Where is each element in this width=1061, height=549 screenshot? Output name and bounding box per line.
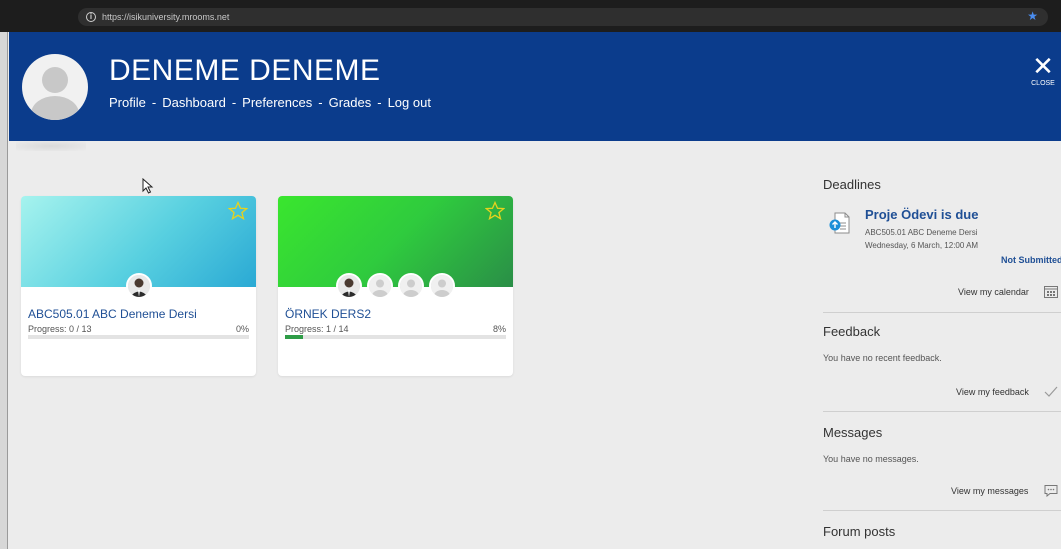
participant-avatar[interactable]	[429, 273, 455, 299]
user-avatar[interactable]	[22, 54, 88, 120]
course-card[interactable]: ÖRNEK DERS2 Progress: 1 / 14 8%	[278, 196, 513, 376]
feedback-empty-text: You have no recent feedback.	[823, 353, 942, 363]
course-progress-bar	[28, 335, 249, 339]
calendar-icon[interactable]	[1044, 285, 1058, 298]
user-header: DENEME DENEME Profile - Dashboard - Pref…	[9, 32, 1061, 141]
deadlines-heading: Deadlines	[823, 177, 881, 192]
course-teachers	[21, 273, 256, 299]
teacher-photo-icon	[127, 275, 150, 297]
address-url[interactable]: https://isikuniversity.mrooms.net	[102, 12, 229, 22]
favourite-star-icon[interactable]	[485, 201, 505, 221]
submission-status: Not Submitted	[1001, 255, 1061, 265]
nav-grades[interactable]: Grades	[329, 95, 372, 110]
course-title[interactable]: ÖRNEK DERS2	[285, 307, 371, 321]
participant-avatar[interactable]	[367, 273, 393, 299]
address-bar[interactable]: i https://isikuniversity.mrooms.net ★	[78, 8, 1048, 26]
nav-separator: -	[231, 95, 237, 110]
forum-posts-heading: Forum posts	[823, 524, 896, 539]
nav-separator: -	[377, 95, 382, 110]
default-user-icon	[431, 275, 453, 297]
assignment-icon	[829, 212, 850, 234]
checkmark-icon[interactable]	[1044, 385, 1058, 398]
deadline-item-date: Wednesday, 6 March, 12:00 AM	[865, 241, 979, 250]
feedback-heading: Feedback	[823, 324, 881, 339]
course-progress-bar	[285, 335, 506, 339]
close-button[interactable]: ✕ CLOSE	[1029, 51, 1057, 94]
info-icon[interactable]: i	[86, 12, 96, 22]
messages-empty-text: You have no messages.	[823, 454, 919, 464]
course-progress-label: Progress: 1 / 14	[285, 324, 349, 334]
bookmark-star-icon[interactable]: ★	[1027, 9, 1038, 23]
favourite-star-icon[interactable]	[228, 201, 248, 221]
nav-preferences[interactable]: Preferences	[242, 95, 312, 110]
deadline-item-title[interactable]: Proje Ödevi is due	[865, 207, 978, 222]
course-progress-fill	[285, 335, 303, 339]
course-progress-label: Progress: 0 / 13	[28, 324, 92, 334]
avatar-shadow	[16, 141, 86, 151]
course-title[interactable]: ABC505.01 ABC Deneme Dersi	[28, 307, 197, 321]
nav-dashboard[interactable]: Dashboard	[162, 95, 226, 110]
view-feedback-link[interactable]: View my feedback	[956, 387, 1029, 397]
view-messages-link[interactable]: View my messages	[951, 486, 1028, 496]
course-progress-percent: 0%	[235, 324, 249, 334]
section-divider	[823, 312, 1061, 313]
section-divider	[823, 411, 1061, 412]
messages-heading: Messages	[823, 425, 883, 440]
view-calendar-link[interactable]: View my calendar	[958, 287, 1029, 297]
participant-avatar[interactable]	[398, 273, 424, 299]
browser-toolbar: i https://isikuniversity.mrooms.net ★	[0, 0, 1061, 32]
user-nav: Profile - Dashboard - Preferences - Grad…	[109, 95, 431, 110]
course-card[interactable]: ABC505.01 ABC Deneme Dersi Progress: 0 /…	[21, 196, 256, 376]
mouse-cursor-icon	[142, 178, 154, 194]
default-user-icon	[369, 275, 391, 297]
course-progress-percent: 8%	[492, 324, 506, 334]
window-left-edge	[0, 32, 8, 549]
personal-menu-sidebar: Deadlines Proje Ödevi is due ABC505.01 A…	[823, 141, 1061, 549]
default-user-icon	[400, 275, 422, 297]
teacher-avatar[interactable]	[125, 273, 152, 299]
nav-separator: -	[151, 95, 157, 110]
section-divider	[823, 510, 1061, 511]
teacher-photo-icon	[338, 275, 360, 297]
chat-bubble-icon[interactable]	[1044, 484, 1058, 497]
default-user-icon	[31, 67, 79, 120]
nav-separator: -	[318, 95, 323, 110]
teacher-avatar[interactable]	[336, 273, 362, 299]
nav-profile[interactable]: Profile	[109, 95, 146, 110]
close-icon: ✕	[1032, 51, 1054, 81]
deadline-item-course: ABC505.01 ABC Deneme Dersi	[865, 228, 978, 237]
close-label: CLOSE	[1031, 80, 1055, 87]
nav-logout[interactable]: Log out	[388, 95, 431, 110]
course-banner[interactable]	[21, 196, 256, 299]
user-full-name: DENEME DENEME	[109, 54, 381, 87]
course-participants	[278, 273, 513, 299]
course-banner[interactable]	[278, 196, 513, 299]
